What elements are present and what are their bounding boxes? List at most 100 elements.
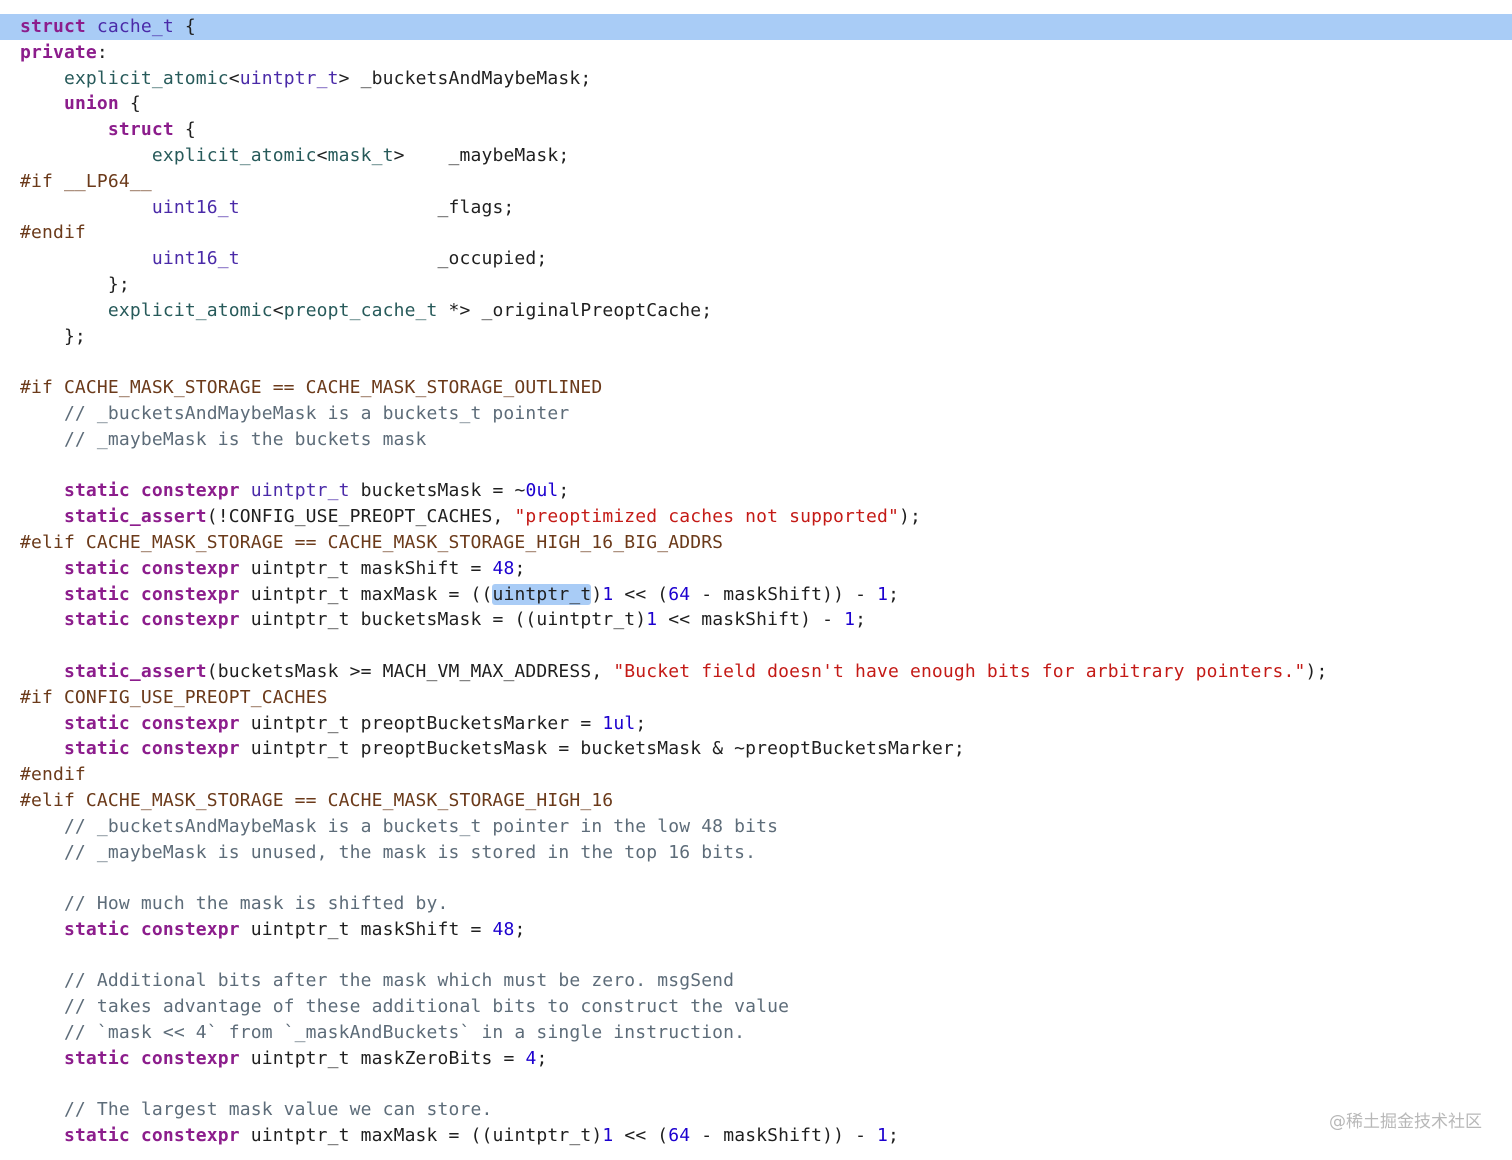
code-line[interactable]: static constexpr uintptr_t preoptBuckets… (20, 736, 1512, 762)
code-token: ; (888, 1125, 900, 1147)
code-line[interactable]: uint16_t _occupied; (20, 246, 1512, 272)
code-line[interactable]: static constexpr uintptr_t bucketsMask =… (20, 478, 1512, 504)
code-line[interactable] (20, 453, 1512, 479)
code-token: // _bucketsAndMaybeMask is a buckets_t p… (20, 815, 779, 837)
code-token: ; (514, 918, 526, 940)
code-token: 0ul (525, 480, 559, 502)
code-line[interactable]: struct cache_t { (0, 14, 1512, 40)
code-token: explicit_atomic (63, 67, 229, 89)
code-token: explicit_atomic (151, 144, 317, 166)
code-token: 48 (492, 557, 515, 579)
code-line[interactable]: #if CONFIG_USE_PREOPT_CACHES (20, 685, 1512, 711)
code-token: cache_t (96, 16, 174, 37)
code-line[interactable]: }; (20, 324, 1512, 350)
code-token: #if CONFIG_USE_PREOPT_CACHES (20, 686, 328, 708)
code-token: uintptr_t maskShift = (239, 557, 493, 579)
code-line[interactable]: struct { (20, 117, 1512, 143)
code-view[interactable]: struct cache_t {private: explicit_atomic… (0, 14, 1512, 1149)
code-token: }; (20, 325, 86, 347)
code-line[interactable] (20, 633, 1512, 659)
code-token: uintptr_t maxMask = ((uintptr_t) (239, 1125, 603, 1147)
code-token: constexpr (140, 480, 240, 502)
code-line[interactable]: // `mask << 4` from `_maskAndBuckets` in… (20, 1020, 1512, 1046)
code-line[interactable] (20, 349, 1512, 375)
code-token: #if __LP64__ (20, 170, 152, 192)
code-line[interactable]: explicit_atomic<preopt_cache_t *> _origi… (20, 298, 1512, 324)
code-line[interactable]: // takes advantage of these additional b… (20, 994, 1512, 1020)
code-token: static (63, 1047, 130, 1069)
code-line[interactable]: static constexpr uintptr_t preoptBuckets… (20, 711, 1512, 737)
code-token: 64 (668, 583, 691, 605)
code-line[interactable] (20, 865, 1512, 891)
code-line[interactable]: #if __LP64__ (20, 169, 1512, 195)
code-token: #endif (20, 764, 86, 786)
code-token: static (63, 557, 130, 579)
code-line[interactable]: static constexpr uintptr_t maskShift = 4… (20, 917, 1512, 943)
code-line[interactable]: #if CACHE_MASK_STORAGE == CACHE_MASK_STO… (20, 375, 1512, 401)
code-token: 1 (877, 1125, 889, 1147)
code-line[interactable]: // The largest mask value we can store. (20, 1097, 1512, 1123)
code-line[interactable] (20, 943, 1512, 969)
code-token: constexpr (140, 738, 240, 760)
code-line[interactable]: private: (20, 40, 1512, 66)
code-line[interactable]: // _maybeMask is the buckets mask (20, 427, 1512, 453)
code-token: mask_t (327, 144, 394, 166)
code-line[interactable]: #elif CACHE_MASK_STORAGE == CACHE_MASK_S… (20, 530, 1512, 556)
code-editor[interactable]: struct cache_t {private: explicit_atomic… (0, 0, 1512, 1160)
code-line[interactable]: // _bucketsAndMaybeMask is a buckets_t p… (20, 814, 1512, 840)
code-line[interactable]: // _bucketsAndMaybeMask is a buckets_t p… (20, 401, 1512, 427)
code-line[interactable]: // Additional bits after the mask which … (20, 968, 1512, 994)
code-line[interactable]: static_assert(bucketsMask >= MACH_VM_MAX… (20, 659, 1512, 685)
watermark: @稀土掘金技术社区 (1329, 1112, 1482, 1132)
code-token: < (316, 144, 328, 166)
selected-token: uintptr_t (492, 583, 592, 605)
code-line[interactable]: static constexpr uintptr_t maskZeroBits … (20, 1046, 1512, 1072)
code-line[interactable]: union { (20, 91, 1512, 117)
code-line[interactable]: static constexpr uintptr_t bucketsMask =… (20, 607, 1512, 633)
code-token: bucketsMask = ~ (349, 480, 526, 502)
code-token: (bucketsMask >= MACH_VM_MAX_ADDRESS, (206, 660, 614, 682)
code-token: uint16_t (151, 248, 240, 270)
code-token: _flags; (239, 196, 515, 218)
code-token: - maskShift)) - (690, 1125, 878, 1147)
code-line[interactable]: // _maybeMask is unused, the mask is sto… (20, 840, 1512, 866)
code-token: uintptr_t maskShift = (239, 918, 493, 940)
code-token: ) (591, 583, 603, 605)
code-token: // takes advantage of these additional b… (20, 996, 790, 1018)
code-line[interactable]: static constexpr uintptr_t maskShift = 4… (20, 556, 1512, 582)
code-line[interactable]: static constexpr uintptr_t maxMask = ((u… (20, 582, 1512, 608)
code-line[interactable]: // How much the mask is shifted by. (20, 891, 1512, 917)
code-token: static (63, 609, 130, 631)
code-line[interactable]: static constexpr uintptr_t maxMask = ((u… (20, 1123, 1512, 1149)
code-token: { (173, 119, 196, 141)
code-token: uintptr_t preoptBucketsMarker = (239, 712, 603, 734)
code-token: ); (898, 506, 921, 528)
code-line[interactable]: #elif CACHE_MASK_STORAGE == CACHE_MASK_S… (20, 788, 1512, 814)
code-line[interactable]: explicit_atomic<mask_t> _maybeMask; (20, 143, 1512, 169)
code-line[interactable]: #endif (20, 220, 1512, 246)
code-token: uintptr_t (239, 67, 339, 89)
code-token: 1 (602, 583, 614, 605)
code-line[interactable]: uint16_t _flags; (20, 195, 1512, 221)
code-line[interactable]: #endif (20, 762, 1512, 788)
code-token: 1 (877, 583, 889, 605)
code-line[interactable] (20, 1072, 1512, 1098)
code-token: ; (888, 583, 900, 605)
code-token: (!CONFIG_USE_PREOPT_CACHES, (206, 506, 515, 528)
code-line[interactable]: explicit_atomic<uintptr_t> _bucketsAndMa… (20, 66, 1512, 92)
code-line[interactable]: static_assert(!CONFIG_USE_PREOPT_CACHES,… (20, 504, 1512, 530)
code-token: ; (855, 609, 867, 631)
code-token: // `mask << 4` from `_maskAndBuckets` in… (20, 1022, 746, 1044)
code-line[interactable]: }; (20, 272, 1512, 298)
